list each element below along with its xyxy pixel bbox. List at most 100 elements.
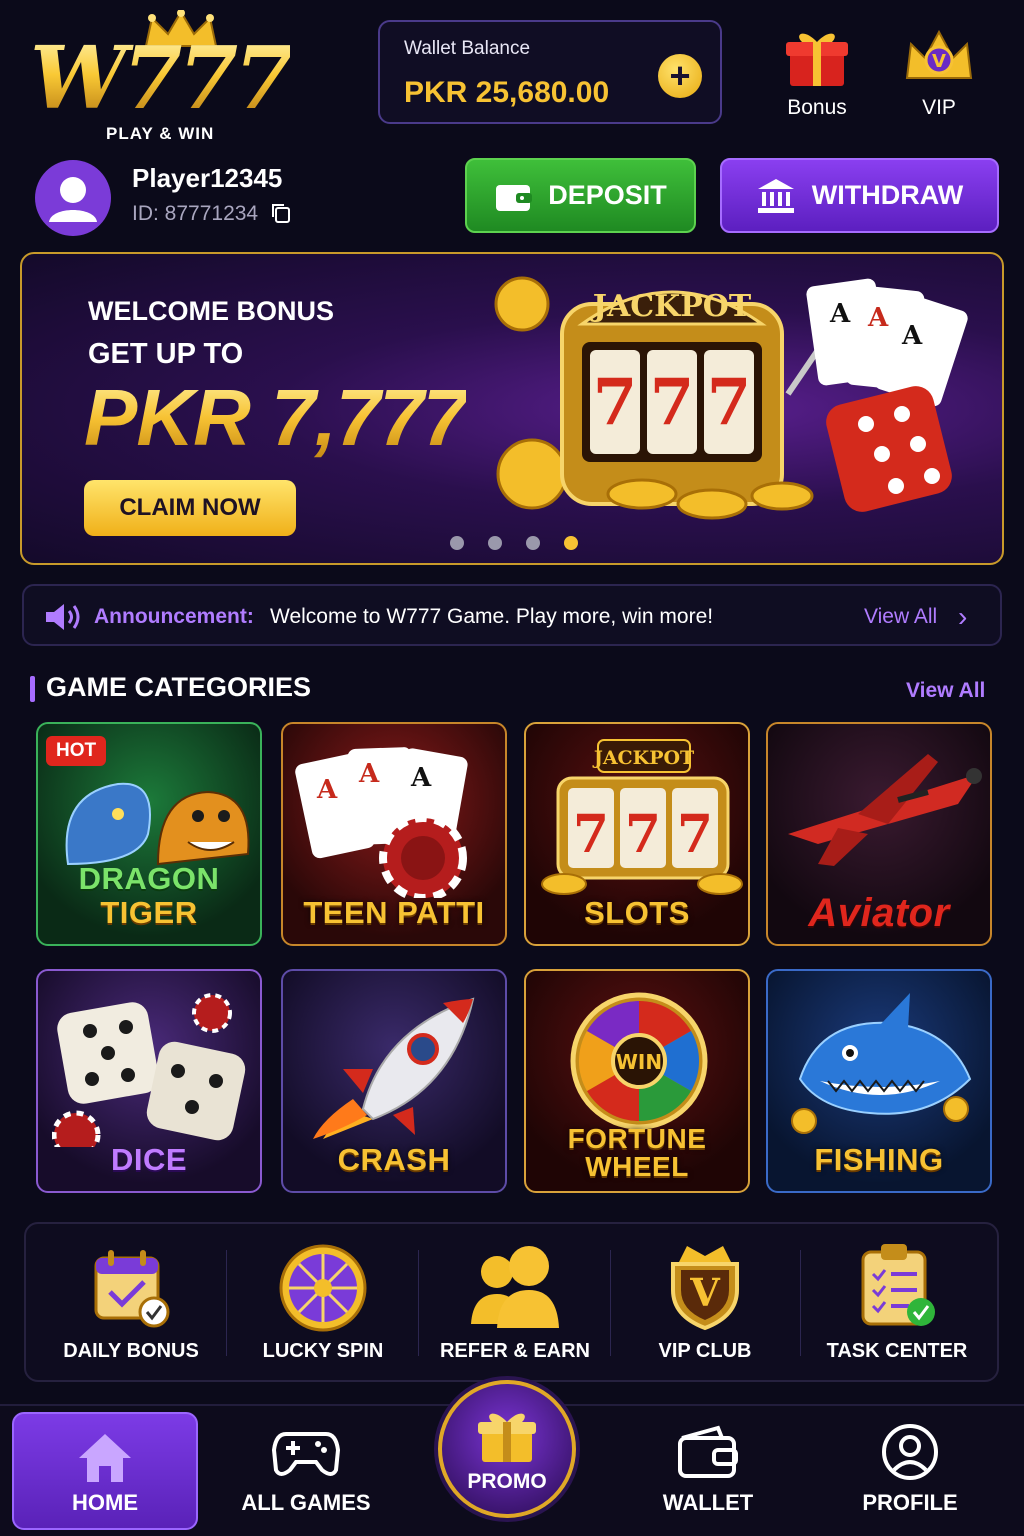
bonus-button[interactable]: Bonus <box>769 22 865 126</box>
claim-now-button[interactable]: CLAIM NOW <box>84 480 296 536</box>
wallet-icon <box>496 184 533 211</box>
cards-chip-illustration: A A A <box>295 747 468 898</box>
tile-title-line1: DRAGON <box>78 861 220 896</box>
game-tile-dragon-tiger[interactable]: HOT DRAGON TIGER <box>36 722 262 946</box>
svg-text:7: 7 <box>625 804 661 865</box>
nav-label: WALLET <box>662 1490 754 1515</box>
withdraw-button[interactable]: WITHDRAW <box>720 158 999 233</box>
bonus-label: Bonus <box>787 96 847 119</box>
categories-view-all[interactable]: View All <box>906 679 985 703</box>
slots-jackpot-text: JACKPOT <box>592 747 694 769</box>
wallet-balance-card[interactable]: Wallet Balance PKR 25,680.00 + <box>378 20 722 124</box>
tile-title: SLOTS <box>584 895 690 930</box>
user-id-text: ID: 87771234 <box>132 202 259 225</box>
nav-profile[interactable]: PROFILE <box>826 1406 994 1534</box>
banner-line1: WELCOME BONUS <box>88 296 334 326</box>
dice-illustration <box>52 993 246 1147</box>
clipboard-check-icon <box>861 1244 935 1326</box>
carousel-dot-active[interactable] <box>564 536 578 550</box>
nav-label: PROMO <box>467 1470 547 1493</box>
game-tile-crash[interactable]: CRASH <box>281 969 507 1193</box>
logo-text: W777 <box>30 28 294 129</box>
carousel-dot[interactable] <box>526 536 540 550</box>
tile-title: FISHING <box>814 1142 944 1177</box>
announcement-label: Announcement: <box>94 605 254 628</box>
feature-label: LUCKY SPIN <box>262 1340 384 1362</box>
game-tile-dice[interactable]: DICE <box>36 969 262 1193</box>
divider <box>226 1250 227 1356</box>
users-icon <box>471 1246 559 1328</box>
shark-illustration <box>791 993 972 1134</box>
hot-badge: HOT <box>46 736 107 766</box>
feature-label: REFER & EARN <box>439 1340 590 1362</box>
svg-text:A: A <box>867 303 889 333</box>
game-tile-fortune-wheel[interactable]: WIN FORTUNE WHEEL <box>524 969 750 1193</box>
add-funds-button[interactable]: + <box>658 54 702 98</box>
feature-daily-bonus[interactable]: DAILY BONUS <box>36 1224 226 1380</box>
deposit-button[interactable]: DEPOSIT <box>465 158 696 233</box>
tile-title: DRAGON TIGER <box>38 862 260 930</box>
svg-text:A: A <box>410 763 432 793</box>
avatar[interactable] <box>35 160 111 236</box>
calendar-check-icon <box>94 1250 170 1328</box>
home-icon <box>79 1434 131 1482</box>
tile-title-line1: FORTUNE <box>567 1123 707 1154</box>
game-tile-teen-patti[interactable]: A A A TEEN PATTI <box>281 722 507 946</box>
svg-text:7: 7 <box>707 365 752 440</box>
svg-text:V: V <box>689 1270 721 1315</box>
profile-icon <box>882 1424 938 1480</box>
tile-title-line2: WHEEL <box>585 1151 689 1182</box>
vip-crown-icon: V <box>905 29 973 79</box>
svg-text:A: A <box>358 759 380 789</box>
nav-wallet[interactable]: WALLET <box>624 1406 792 1534</box>
speaker-icon <box>46 604 80 630</box>
deposit-label: DEPOSIT <box>548 180 667 210</box>
feature-label: DAILY BONUS <box>63 1340 199 1362</box>
gift-icon <box>786 33 848 86</box>
nav-all-games[interactable]: ALL GAMES <box>222 1406 390 1534</box>
tile-title-line2: TIGER <box>100 895 198 930</box>
section-title: GAME CATEGORIES <box>46 672 312 702</box>
carousel-dot[interactable] <box>488 536 502 550</box>
feature-vip-club[interactable]: V VIP CLUB <box>610 1224 800 1380</box>
divider <box>418 1250 419 1356</box>
copy-icon[interactable] <box>270 202 292 224</box>
wallet-label: Wallet Balance <box>404 38 531 59</box>
carousel-dot[interactable] <box>450 536 464 550</box>
rocket-illustration <box>313 997 475 1139</box>
vip-button[interactable]: V VIP <box>891 22 987 126</box>
svg-text:A: A <box>829 299 851 329</box>
nav-promo[interactable]: PROMO <box>438 1380 576 1518</box>
logo-tagline: PLAY & WIN <box>106 124 215 143</box>
feature-task-center[interactable]: TASK CENTER <box>802 1224 992 1380</box>
gift-icon <box>478 1413 536 1462</box>
game-tile-slots[interactable]: JACKPOT 7 7 7 SLOTS <box>524 722 750 946</box>
game-tile-fishing[interactable]: FISHING <box>766 969 992 1193</box>
game-tile-aviator[interactable]: Aviator <box>766 722 992 946</box>
bank-icon <box>757 178 794 213</box>
user-id: ID: 87771234 <box>132 202 292 226</box>
feature-refer-earn[interactable]: REFER & EARN <box>420 1224 610 1380</box>
carousel-dots[interactable] <box>450 536 578 550</box>
divider <box>800 1250 801 1356</box>
nav-label: ALL GAMES <box>241 1490 371 1515</box>
chevron-right-icon[interactable]: › <box>958 601 967 633</box>
section-accent-bar <box>30 676 35 702</box>
svg-text:A: A <box>901 321 923 351</box>
nav-home[interactable]: HOME <box>12 1412 198 1530</box>
nav-label: HOME <box>72 1490 138 1515</box>
tile-title: TEEN PATTI <box>303 895 485 930</box>
slot-machine-illustration: JACKPOT 7 7 7 A A A <box>494 276 968 520</box>
banner-jackpot-text: JACKPOT <box>590 289 752 324</box>
svg-text:7: 7 <box>573 804 609 865</box>
username: Player12345 <box>132 163 283 193</box>
announcement-bar[interactable]: Announcement: Welcome to W777 Game. Play… <box>22 584 1002 646</box>
slot-reels-illustration: JACKPOT 7 7 7 <box>541 739 743 895</box>
vip-label: VIP <box>922 96 956 119</box>
banner-amount: PKR 7,777 <box>84 373 467 462</box>
feature-label: TASK CENTER <box>826 1340 968 1362</box>
announcement-view-all[interactable]: View All <box>864 605 937 629</box>
tile-title: FORTUNE WHEEL <box>526 1125 748 1181</box>
feature-lucky-spin[interactable]: LUCKY SPIN <box>228 1224 418 1380</box>
promo-banner[interactable]: WELCOME BONUS GET UP TO PKR 7,777 CLAIM … <box>20 252 1004 565</box>
